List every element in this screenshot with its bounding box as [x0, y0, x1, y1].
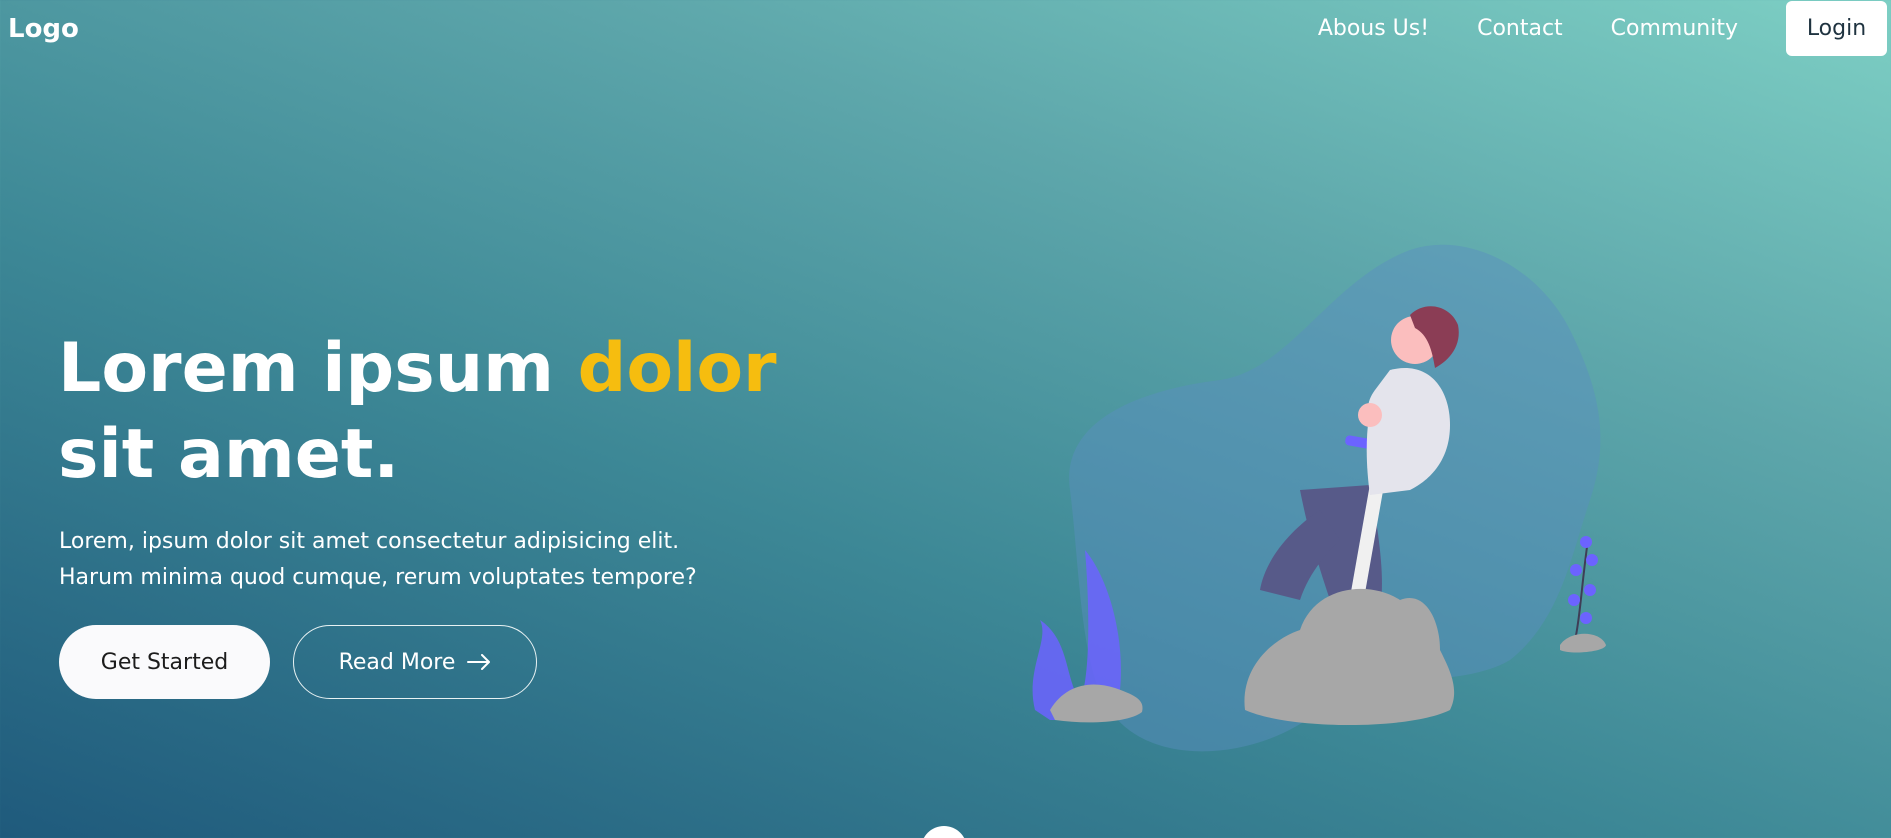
nav-link-contact[interactable]: Contact — [1477, 16, 1563, 41]
nav-link-community[interactable]: Community — [1611, 16, 1738, 41]
top-navigation: Logo Abous Us! Contact Community Login — [0, 0, 1891, 60]
hero-title-part1: Lorem ipsum — [58, 329, 578, 408]
logo[interactable]: Logo — [8, 14, 79, 44]
read-more-label: Read More — [338, 649, 456, 675]
get-started-button[interactable]: Get Started — [59, 625, 270, 699]
hero-subtitle: Lorem, ipsum dolor sit amet consectetur … — [59, 529, 697, 590]
nav-link-about[interactable]: Abous Us! — [1318, 16, 1429, 41]
nav-links: Abous Us! Contact Community Login — [1318, 0, 1891, 56]
read-more-button[interactable]: Read More — [293, 625, 537, 699]
person-hand — [1358, 403, 1382, 427]
scroll-indicator[interactable] — [921, 826, 967, 838]
hero-title: Lorem ipsum dolor sit amet. — [58, 326, 838, 498]
login-button[interactable]: Login — [1786, 0, 1887, 56]
arrow-right-icon — [467, 654, 491, 670]
small-rock-right — [1560, 633, 1606, 653]
hero-title-part2: sit amet. — [58, 415, 400, 494]
hero-illustration — [1030, 240, 1680, 780]
hero-title-highlight: dolor — [577, 329, 777, 408]
